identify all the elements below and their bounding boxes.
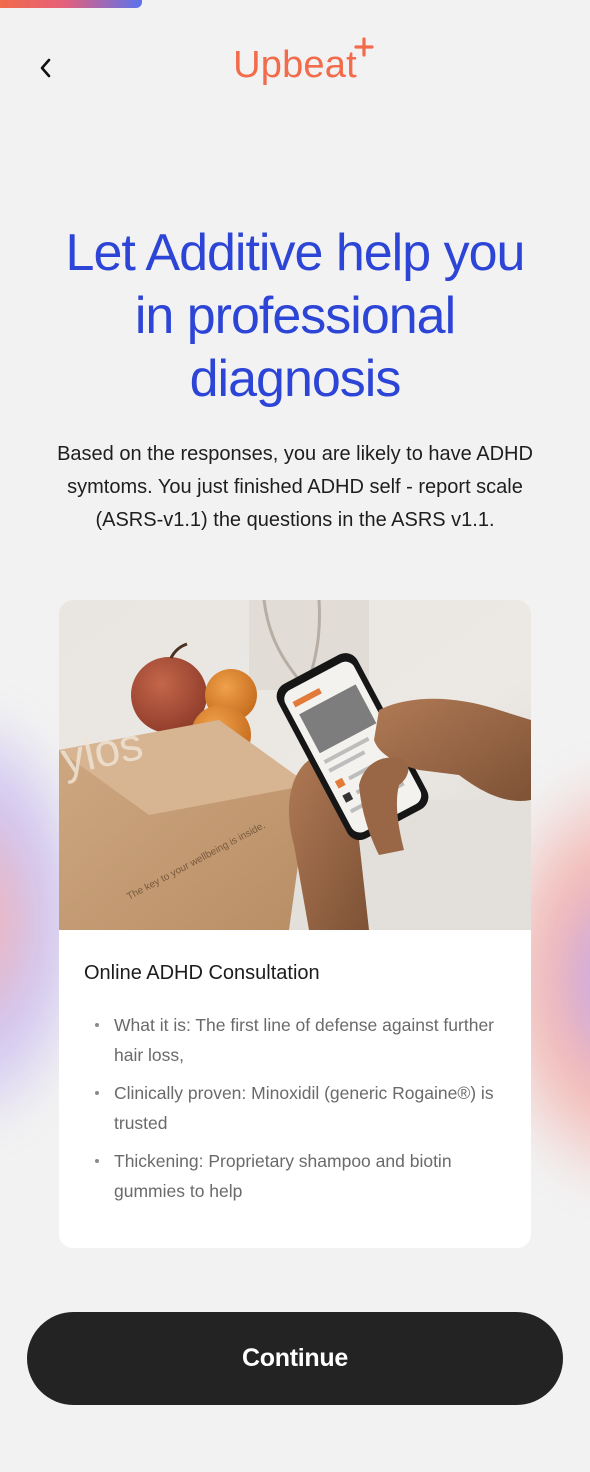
consultation-title: Online ADHD Consultation [84,962,320,984]
list-item-line: Clinically proven: Minoxidil (generic Ro… [114,1083,494,1103]
product-photo: ylos The key to your wellbeing is inside… [59,600,531,930]
progress-bar-fill [0,0,142,8]
brand-logo: Upbeat [0,37,590,87]
page-title-line: diagnosis [189,350,402,408]
list-item: Clinically proven: Minoxidil (generic Ro… [84,1078,509,1138]
list-item-line: Thickening: Proprietary shampoo and biot… [114,1151,452,1171]
plus-icon [354,37,374,57]
list-item-line: What it is: The first line of defense ag… [114,1015,495,1035]
list-item-line: hair loss, [114,1045,185,1065]
list-item-line: gummies to help [114,1181,243,1201]
list-item: What it is: The first line of defense ag… [84,1010,509,1070]
consultation-benefits-list: What it is: The first line of defense ag… [84,1010,509,1214]
brand-logo-text: Upbeat [233,44,357,86]
consultation-card: ylos The key to your wellbeing is inside… [59,600,531,1248]
list-item-line: trusted [114,1113,168,1133]
list-item: Thickening: Proprietary shampoo and biot… [84,1146,509,1206]
progress-bar [0,0,590,8]
description-line: Based on the responses, you are likely t… [57,443,533,465]
description-line: (ASRS-v1.1) the questions in the ASRS v1… [95,509,495,531]
page-title-line: Let Additive help you [65,224,526,282]
page-title: Let Additive help you in professional di… [20,222,570,411]
continue-button[interactable]: Continue [27,1312,563,1405]
page-title-line: in professional [134,287,456,345]
screen: Upbeat Let Additive help you in professi… [0,0,590,1472]
result-description: Based on the responses, you are likely t… [28,438,562,537]
description-line: symtoms. You just finished ADHD self - r… [67,476,523,498]
